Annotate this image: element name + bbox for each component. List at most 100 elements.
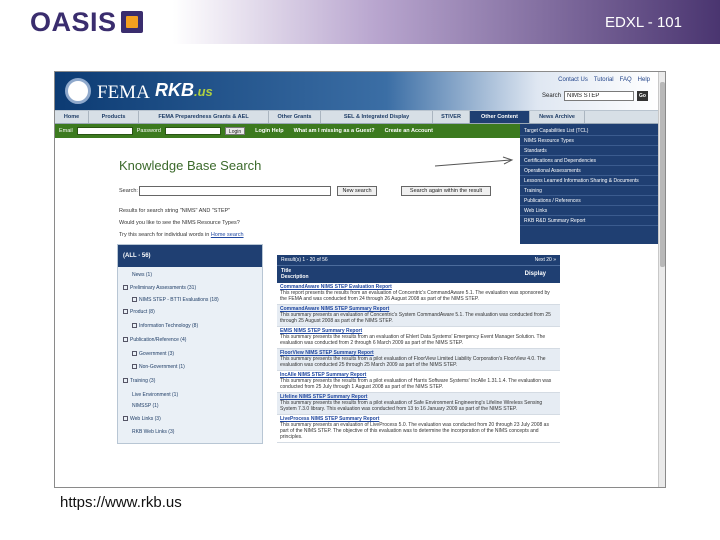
expand-toggle-icon[interactable] [132, 351, 137, 357]
scroll-thumb[interactable] [660, 82, 665, 267]
expand-toggle-icon[interactable] [132, 323, 137, 329]
search-within-button[interactable]: Search again within the result [401, 186, 491, 196]
result-row: Lifeline NIMS STEP Summary Report This su… [277, 393, 560, 415]
guest-info-link[interactable]: What am I missing as a Guest? [294, 128, 375, 134]
expand-toggle-icon[interactable] [132, 364, 137, 370]
login-button[interactable]: Login [224, 127, 246, 135]
fema-seal-icon [65, 78, 91, 104]
dropdown-item[interactable]: Operational Assessments [520, 166, 658, 176]
kb-search-label: Search: [119, 188, 138, 194]
expand-toggle-icon[interactable] [123, 309, 128, 315]
facet-label: Government (3) [139, 351, 175, 357]
dropdown-item[interactable]: NIMS Resource Types [520, 136, 658, 146]
results-for-text: Results for search string "NIMS" AND "ST… [119, 208, 231, 214]
banner-search: Search Go [542, 91, 648, 101]
main-nav: Home Products FEMA Preparedness Grants &… [55, 110, 658, 124]
dropdown-item[interactable]: RKB R&D Summary Report [520, 216, 658, 226]
dropdown-item[interactable]: Publications / References [520, 196, 658, 206]
rkb-logo[interactable]: RKB.us [155, 80, 213, 101]
nav-tab-other-content[interactable]: Other Content [470, 111, 530, 123]
login-help-link[interactable]: Login Help [255, 128, 283, 134]
result-description: This summary presents the results from a… [280, 400, 543, 412]
password-field[interactable] [164, 127, 221, 135]
home-search-link[interactable]: Home search [211, 232, 244, 238]
new-search-button[interactable]: New search [337, 186, 377, 196]
dropdown-item[interactable]: Target Capabilities List (TCL) [520, 126, 658, 136]
dropdown-item[interactable]: Lessons Learned Information Sharing & Do… [520, 176, 658, 186]
facet-item[interactable]: Product (8) [123, 309, 155, 315]
oasis-logo: OASIS [30, 7, 143, 37]
slide-header: OASIS EDXL - 101 [0, 0, 720, 44]
facet-item[interactable]: Web Links (3) [123, 416, 161, 422]
facet-item[interactable]: News (1) [132, 272, 152, 278]
expand-toggle-icon[interactable] [132, 297, 137, 303]
source-url: https://www.rkb.us [60, 494, 182, 511]
slide: OASIS EDXL - 101 FEMA RKB.us Contact Us … [0, 0, 720, 540]
nav-tab-fema-grants[interactable]: FEMA Preparedness Grants & AEL [139, 111, 269, 123]
email-label: Email [59, 128, 73, 134]
expand-toggle-icon[interactable] [123, 378, 128, 384]
facet-item[interactable]: RKB Web Links (3) [132, 429, 174, 435]
expand-toggle-icon[interactable] [123, 416, 128, 422]
result-description: This summary presents the results from a… [280, 378, 552, 390]
results-table: Result(s) 1 - 20 of 56 Next 20 » Title D… [277, 255, 560, 487]
dropdown-item[interactable]: Web Links [520, 206, 658, 216]
fema-wordmark: FEMA [97, 82, 150, 103]
facet-label: NIMSSP (1) [132, 403, 159, 409]
facet-item[interactable]: Information Technology (8) [132, 323, 198, 329]
facet-label: Product (8) [130, 309, 155, 315]
col-display: Display [524, 271, 546, 277]
facet-item[interactable]: Training (3) [123, 378, 155, 384]
dropdown-item[interactable]: Training [520, 186, 658, 196]
rkb-logo-text: RKB [155, 80, 194, 100]
facet-item[interactable]: Preliminary Assessments (31) [123, 285, 196, 291]
facet-item[interactable]: Non-Government (1) [132, 364, 185, 370]
facet-label: Publication/Reference (4) [130, 337, 187, 343]
nav-tab-stiver[interactable]: STIVER [433, 111, 470, 123]
nav-tab-news-archive[interactable]: News Archive [530, 111, 585, 123]
banner-search-input[interactable] [564, 91, 634, 101]
result-row: CommandAware NIMS STEP Evaluation Report… [277, 283, 560, 305]
next-page-link[interactable]: Next 20 » [535, 255, 556, 265]
try-search-prefix: Try this search for individual words in [119, 232, 211, 238]
facet-label: Live Environment (1) [132, 392, 179, 398]
util-link-contact[interactable]: Contact Us [558, 77, 588, 83]
result-row: EMIS NIMS STEP Summary Report This summar… [277, 327, 560, 349]
scrollbar[interactable] [658, 72, 665, 487]
nav-tab-home[interactable]: Home [55, 111, 89, 123]
facet-header[interactable]: (ALL - 56) [118, 245, 262, 267]
facet-item[interactable]: Publication/Reference (4) [123, 337, 186, 343]
banner-search-label: Search [541, 93, 561, 99]
oasis-logo-mark-icon [120, 11, 143, 33]
facet-item[interactable]: NIMSSP (1) [132, 403, 159, 409]
create-account-link[interactable]: Create an Account [385, 128, 433, 134]
facet-item[interactable]: Live Environment (1) [132, 392, 178, 398]
other-content-dropdown: Target Capabilities List (TCL) NIMS Reso… [520, 124, 658, 244]
facet-label: Training (3) [130, 378, 156, 384]
dropdown-item[interactable]: Certifications and Dependencies [520, 156, 658, 166]
facet-item[interactable]: NIMS STEP - BTTI Evaluations (18) [132, 297, 219, 303]
email-field[interactable] [76, 127, 133, 135]
kb-search-title: Knowledge Base Search [119, 158, 262, 173]
nav-tab-other-grants[interactable]: Other Grants [269, 111, 321, 123]
result-list: CommandAware NIMS STEP Evaluation Report… [277, 283, 560, 443]
banner-go-button[interactable]: Go [637, 91, 648, 101]
expand-toggle-icon[interactable] [123, 337, 128, 343]
util-link-tutorial[interactable]: Tutorial [594, 77, 614, 83]
result-description: This summary presents the results from a… [280, 356, 546, 368]
col-description: Description [281, 274, 309, 280]
facet-label: Non-Government (1) [139, 364, 185, 370]
dropdown-item[interactable]: Standards [520, 146, 658, 156]
expand-toggle-icon[interactable] [123, 285, 128, 291]
facet-panel: (ALL - 56) News (1) Preliminary Assessmen… [117, 244, 263, 444]
results-header: Title Description Display [277, 265, 560, 283]
facet-item[interactable]: Government (3) [132, 351, 174, 357]
nav-tab-sel-display[interactable]: SEL & Integrated Display [321, 111, 433, 123]
util-link-help[interactable]: Help [638, 77, 650, 83]
result-row: LiveProcess NIMS STEP Summary Report This… [277, 415, 560, 443]
resource-types-question[interactable]: Would you like to see the NIMS Resource … [119, 220, 240, 226]
result-row: IncAlle NIMS STEP Summary Report This sum… [277, 371, 560, 393]
util-link-faq[interactable]: FAQ [620, 77, 632, 83]
kb-search-input[interactable] [139, 186, 331, 196]
nav-tab-products[interactable]: Products [89, 111, 139, 123]
